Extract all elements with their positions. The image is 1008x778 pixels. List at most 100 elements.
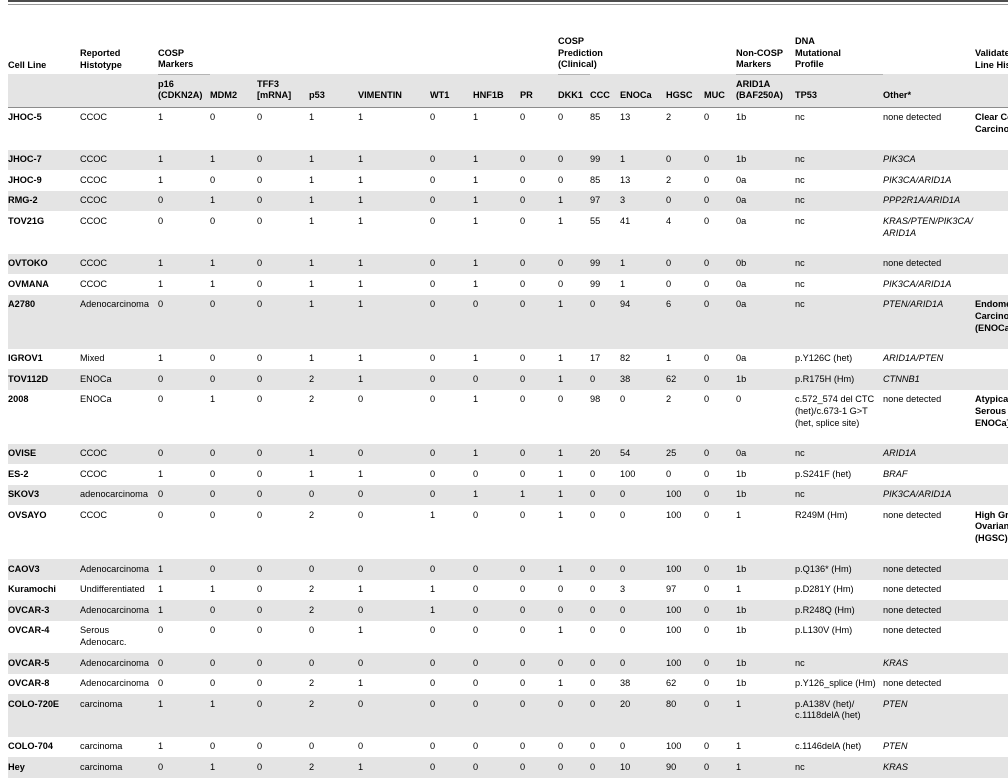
mdm2: 0: [210, 559, 257, 580]
pr: 0: [520, 653, 558, 674]
table-row: OVCAR-5 Adenocarcinoma 0 0 0 0 0 0 0 0 0 0 0 100 0 1b nc…: [8, 653, 1008, 674]
muc: 0: [704, 653, 736, 674]
wt1: 0: [430, 294, 473, 339]
subheader-tp53: TP53: [795, 74, 883, 108]
pr: 0: [520, 559, 558, 580]
tff3: 0: [257, 757, 309, 778]
wt1: 0: [430, 757, 473, 778]
muc: 0: [704, 484, 736, 506]
histotype: CCOC: [80, 505, 158, 550]
hnf1b: 0: [473, 757, 520, 778]
muc: 0: [704, 190, 736, 212]
hgsc: 100: [666, 505, 704, 550]
row-spacer: [8, 726, 1008, 737]
arid1a: 1b: [736, 149, 795, 171]
p53: 1: [309, 107, 358, 140]
tff3: 0: [257, 253, 309, 275]
hnf1b: 0: [473, 673, 520, 695]
muc: 0: [704, 253, 736, 275]
validated: [975, 211, 1008, 244]
hnf1b: 1: [473, 443, 520, 465]
header-reported-histotype: Reported Histotype: [80, 26, 158, 74]
vimentin: 1: [358, 274, 430, 295]
muc: 0: [704, 694, 736, 727]
p53: 1: [309, 170, 358, 191]
p16: 1: [158, 579, 210, 601]
subheader-dkk1: DKK1: [558, 74, 590, 108]
subheader-p16: p16 (CDKN2A): [158, 74, 210, 108]
tff3: 0: [257, 600, 309, 621]
mdm2: 0: [210, 673, 257, 695]
wt1: 0: [430, 369, 473, 390]
muc: 0: [704, 443, 736, 465]
hgsc: 2: [666, 107, 704, 140]
arid1a: 0a: [736, 294, 795, 339]
subheader-ccc: CCC: [590, 74, 620, 108]
hgsc: 100: [666, 600, 704, 621]
dkk1: 1: [558, 369, 590, 390]
enoca: 13: [620, 107, 666, 140]
enoca: 0: [620, 600, 666, 621]
hnf1b: 1: [473, 190, 520, 212]
muc: 0: [704, 294, 736, 339]
tff3: 0: [257, 620, 309, 654]
other: none detected: [883, 620, 975, 654]
header-other-spacer: [883, 26, 975, 74]
validated: Endometrioid Carcinoma (ENOCa): [975, 294, 1008, 339]
vimentin: 0: [358, 736, 430, 758]
ccc: 0: [590, 505, 620, 550]
row-spacer: [8, 433, 1008, 444]
p53: 2: [309, 694, 358, 727]
p53: 1: [309, 348, 358, 370]
vimentin: 0: [358, 559, 430, 580]
cell-line: OVCAR-3: [8, 600, 80, 621]
subheader-enoca: ENOCa: [620, 74, 666, 108]
ccc: 0: [590, 620, 620, 654]
p53: 1: [309, 149, 358, 171]
dkk1: 0: [558, 274, 590, 295]
other: none detected: [883, 389, 975, 434]
wt1: 0: [430, 559, 473, 580]
histotype: Mixed: [80, 348, 158, 370]
validated: Clear Cell Carcinoma (CCC): [975, 107, 1008, 140]
histotype: carcinoma: [80, 736, 158, 758]
subheader-pr: PR: [520, 74, 558, 108]
p53: 2: [309, 389, 358, 434]
hgsc: 90: [666, 757, 704, 778]
enoca: 0: [620, 620, 666, 654]
mdm2: 1: [210, 274, 257, 295]
muc: 0: [704, 600, 736, 621]
hgsc: 100: [666, 620, 704, 654]
other: none detected: [883, 559, 975, 580]
muc: 0: [704, 149, 736, 171]
p53: 0: [309, 736, 358, 758]
dkk1: 1: [558, 348, 590, 370]
arid1a: 1b: [736, 464, 795, 485]
table-row: TOV112D ENOCa 0 0 0 2 1 0 0 0 1 0 38 62 0 1b p.R175H (Hm…: [8, 369, 1008, 390]
pr: 0: [520, 736, 558, 758]
p16: 0: [158, 653, 210, 674]
table-row: TOV21G CCOC 0 0 0 1 1 0 1 0 1 55 41 4 0 0a nc KRAS/PTEN/P…: [8, 211, 1008, 244]
wt1: 1: [430, 600, 473, 621]
arid1a: 1b: [736, 600, 795, 621]
cell-line: OVSAYO: [8, 505, 80, 550]
tp53: p.L130V (Hm): [795, 620, 883, 654]
arid1a: 1b: [736, 559, 795, 580]
other: none detected: [883, 505, 975, 550]
mdm2: 0: [210, 294, 257, 339]
arid1a: 1: [736, 579, 795, 601]
histotype: CCOC: [80, 149, 158, 171]
validated: [975, 348, 1008, 370]
sub-header-row: p16 (CDKN2A) MDM2 TFF3 [mRNA] p53 VIMENT…: [8, 74, 1008, 108]
tff3: 0: [257, 673, 309, 695]
table-row: OVMANA CCOC 1 1 0 1 1 0 1 0 0 99 1 0 0 0a nc PIK3CA/ARID1…: [8, 274, 1008, 295]
dkk1: 1: [558, 505, 590, 550]
vimentin: 1: [358, 620, 430, 654]
hgsc: 0: [666, 464, 704, 485]
hgsc: 80: [666, 694, 704, 727]
header-cosp-prediction-spacer: [590, 26, 736, 74]
histotype: CCOC: [80, 253, 158, 275]
mdm2: 0: [210, 211, 257, 244]
header-cosp-prediction: COSP Prediction (Clinical): [558, 26, 603, 75]
subheader-muc: MUC: [704, 74, 736, 108]
